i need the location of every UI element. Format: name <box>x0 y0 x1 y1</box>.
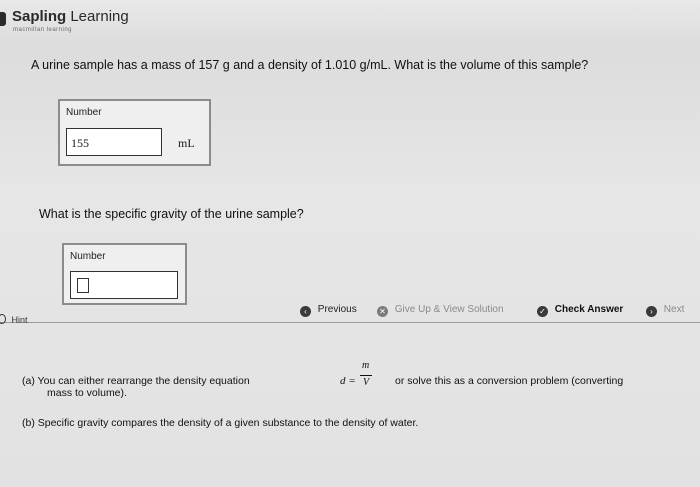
check-answer-label: Check Answer <box>554 304 624 315</box>
question-1-text: A urine sample has a mass of 157 g and a… <box>31 58 589 72</box>
action-bar: Hint ‹ Previous ✕ Give Up & View Solutio… <box>0 302 700 325</box>
volume-unit: mL <box>178 136 195 150</box>
checkmark-icon: ✓ <box>537 306 548 317</box>
chevron-right-icon: › <box>646 306 657 317</box>
volume-answer-input[interactable]: 155 <box>66 128 162 156</box>
formula-fraction-bar <box>360 375 372 376</box>
answer-box-2-label: Number <box>70 251 106 262</box>
chevron-left-icon: ‹ <box>300 306 311 317</box>
lightbulb-icon <box>0 314 6 324</box>
hint-a-line1-cont: or solve this as a conversion problem (c… <box>395 375 624 387</box>
previous-label: Previous <box>317 304 357 315</box>
answer-box-2: Number <box>62 243 187 305</box>
hint-a-line1: (a) You can either rearrange the density… <box>22 375 250 387</box>
previous-button[interactable]: ‹ Previous <box>300 304 357 317</box>
brand-logo[interactable]: Sapling Learning <box>12 8 129 25</box>
app-header: Sapling Learning macmillan learning <box>0 0 700 40</box>
check-answer-button[interactable]: ✓ Check Answer <box>537 304 623 317</box>
answer-box-1-label: Number <box>66 107 102 118</box>
give-up-button[interactable]: ✕ Give Up & View Solution <box>377 304 504 317</box>
formula-numerator: m <box>362 360 370 371</box>
brand-subtitle: macmillan learning <box>13 27 73 33</box>
density-formula: d = m V <box>340 360 390 396</box>
question-2-text: What is the specific gravity of the urin… <box>39 207 304 221</box>
hint-a-line2: mass to volume). <box>47 387 127 399</box>
hint-label: Hint <box>11 315 28 325</box>
sapling-logo-icon <box>0 12 6 26</box>
give-up-icon: ✕ <box>377 306 388 317</box>
answer-box-1: Number 155 mL <box>58 99 211 166</box>
hint-button[interactable]: Hint <box>0 314 28 325</box>
give-up-label: Give Up & View Solution <box>394 304 504 315</box>
formula-equals: = <box>349 375 356 387</box>
next-label: Next <box>663 304 685 315</box>
formula-lhs: d <box>340 375 346 387</box>
hint-b-line: (b) Specific gravity compares the densit… <box>22 417 419 429</box>
formula-denominator: V <box>363 377 370 388</box>
specific-gravity-input[interactable] <box>70 271 178 299</box>
empty-input-placeholder <box>77 278 89 293</box>
brand-name: Sapling <box>12 8 67 25</box>
brand-suffix: Learning <box>70 8 129 25</box>
next-button[interactable]: › Next <box>646 304 684 317</box>
